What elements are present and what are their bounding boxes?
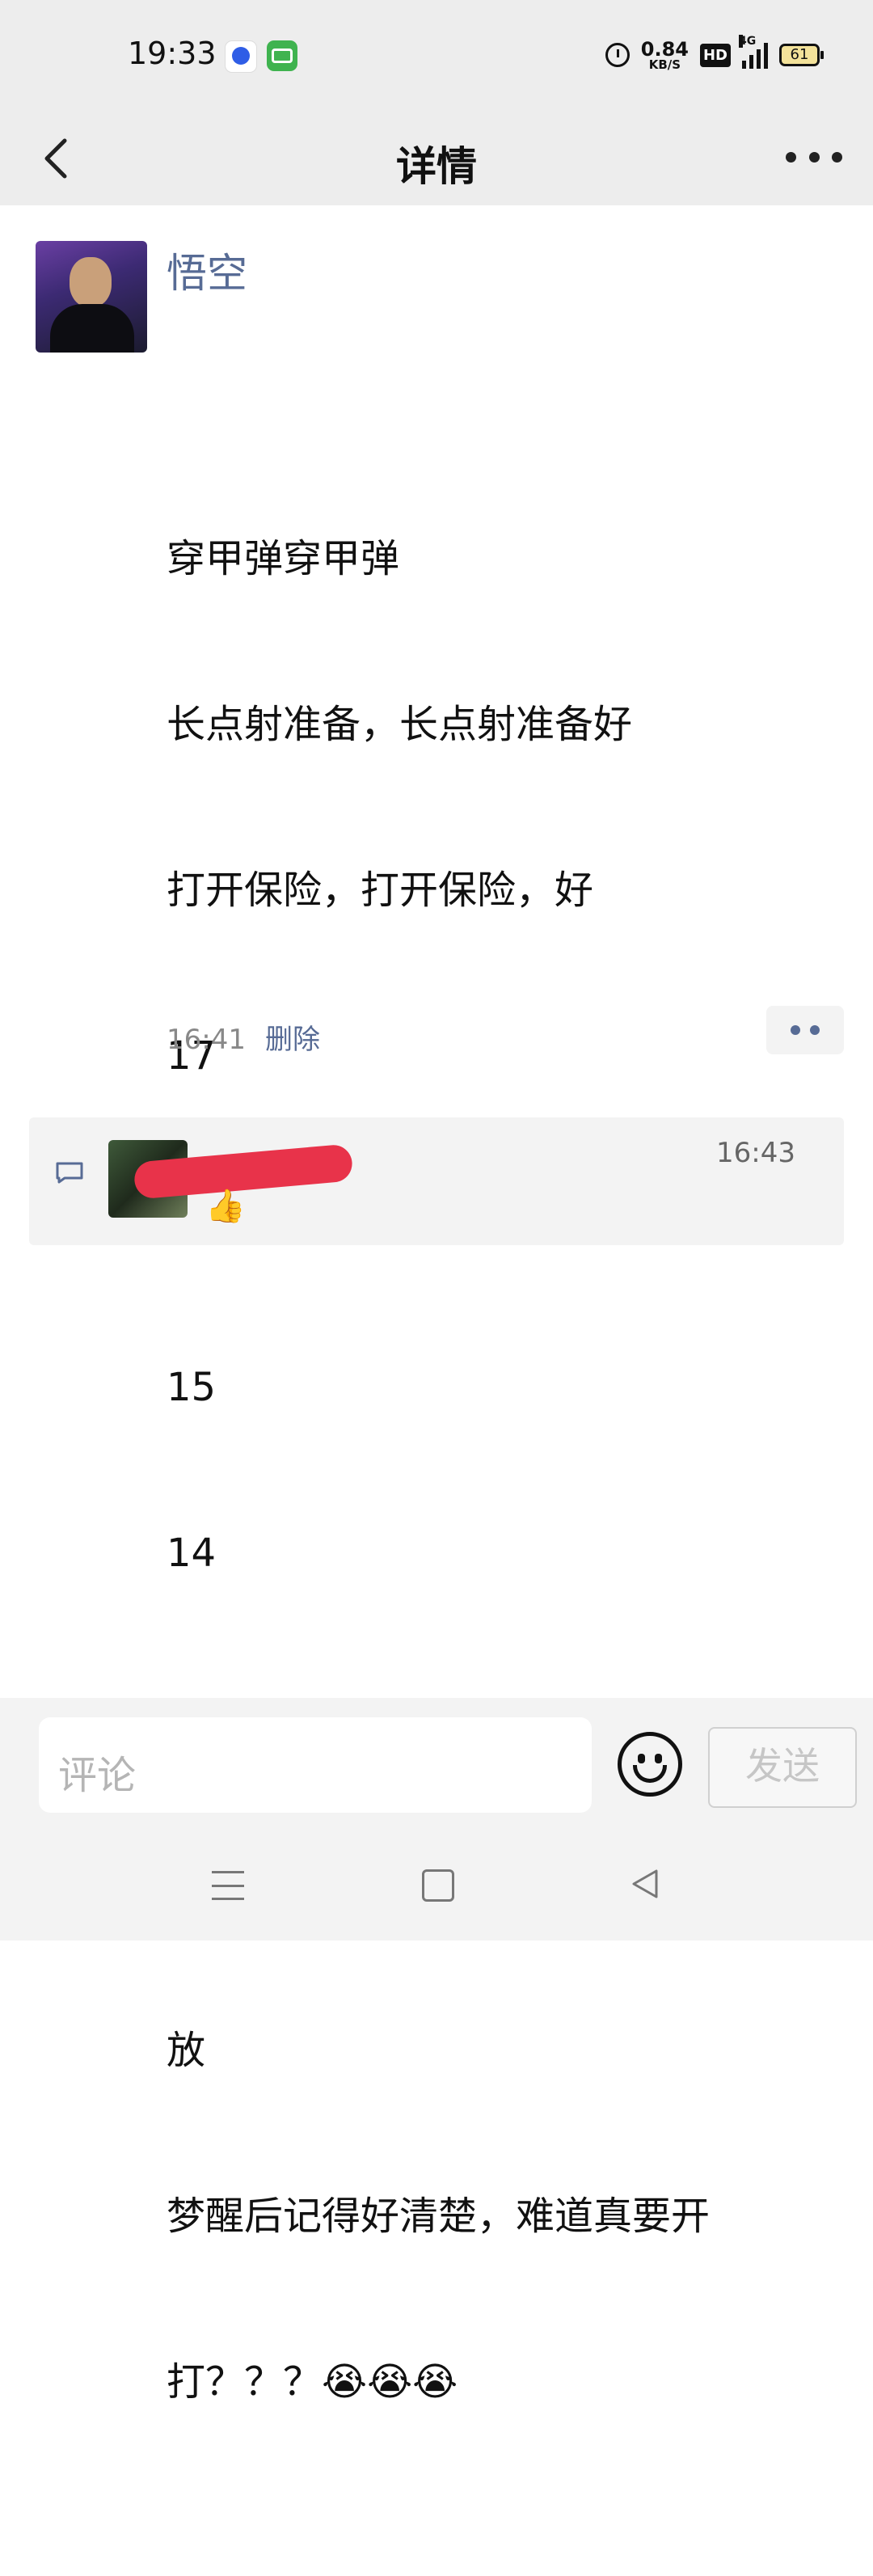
post-line: 梦醒后记得好清楚，难道真要开 [167, 2194, 711, 2239]
post-line: 穿甲弹穿甲弹 [167, 536, 400, 581]
alarm-icon [605, 43, 630, 67]
post-line: 15 [167, 1365, 217, 1410]
network-speed-unit: KB/S [648, 57, 681, 72]
action-dot-icon [791, 1025, 800, 1035]
post-line: 放 [167, 2028, 206, 2073]
author-avatar[interactable] [36, 241, 147, 353]
post-line: 长点射准备，长点射准备好 [167, 702, 633, 747]
like-comment-action-button[interactable] [766, 1006, 844, 1054]
delete-link[interactable]: 删除 [265, 1024, 320, 1056]
post-line: 打？？？😭😭😭 [167, 2359, 458, 2405]
action-dot-icon [810, 1025, 820, 1035]
more-dot-icon [808, 151, 820, 163]
nav-bar: 详情 [0, 110, 873, 205]
home-icon[interactable] [422, 1869, 454, 1902]
network-speed-value: 0.84 [640, 37, 689, 61]
post-line: 打开保险，打开保险，好 [167, 868, 594, 913]
signal-icon: 4G [739, 35, 768, 69]
send-button[interactable]: 发送 [708, 1727, 857, 1808]
post-content: 穿甲弹穿甲弹 长点射准备，长点射准备好 打开保险，打开保险，好 17 16 15… [167, 304, 829, 2576]
network-speed: 0.84 KB/S [641, 40, 689, 71]
system-nav-bar [0, 1860, 873, 1924]
more-button[interactable] [786, 141, 842, 173]
comment-icon [56, 1162, 83, 1184]
more-dot-icon [786, 151, 796, 163]
baidu-app-icon [225, 40, 257, 73]
comment-section: 16:43 👍 [29, 1117, 844, 1245]
post-meta: 16:41 删除 [167, 1017, 320, 1057]
comment-composer: 评论 发送 [0, 1698, 873, 1940]
battery-icon: 61 [779, 44, 824, 66]
post-line: 14 [167, 1531, 217, 1576]
emoji-button[interactable] [618, 1732, 682, 1797]
notification-app-icon [267, 40, 297, 71]
network-type-label: 4G [739, 35, 757, 48]
author-name[interactable]: 悟空 [167, 241, 247, 299]
recents-icon[interactable] [212, 1871, 244, 1900]
hd-icon: HD [699, 43, 731, 67]
status-bar: 19:33 0.84 KB/S HD 4G 61 [0, 0, 873, 110]
more-dot-icon [832, 151, 842, 163]
page-title: 详情 [396, 143, 477, 190]
status-indicators: 0.84 KB/S HD 4G 61 [605, 35, 824, 73]
status-time: 19:33 [128, 36, 217, 71]
comment-input[interactable]: 评论 [39, 1717, 592, 1813]
system-back-icon[interactable] [629, 1868, 661, 1900]
comment-time: 16:43 [716, 1137, 795, 1169]
post-time: 16:41 [167, 1024, 246, 1056]
comment-text: 👍 [205, 1188, 246, 1225]
